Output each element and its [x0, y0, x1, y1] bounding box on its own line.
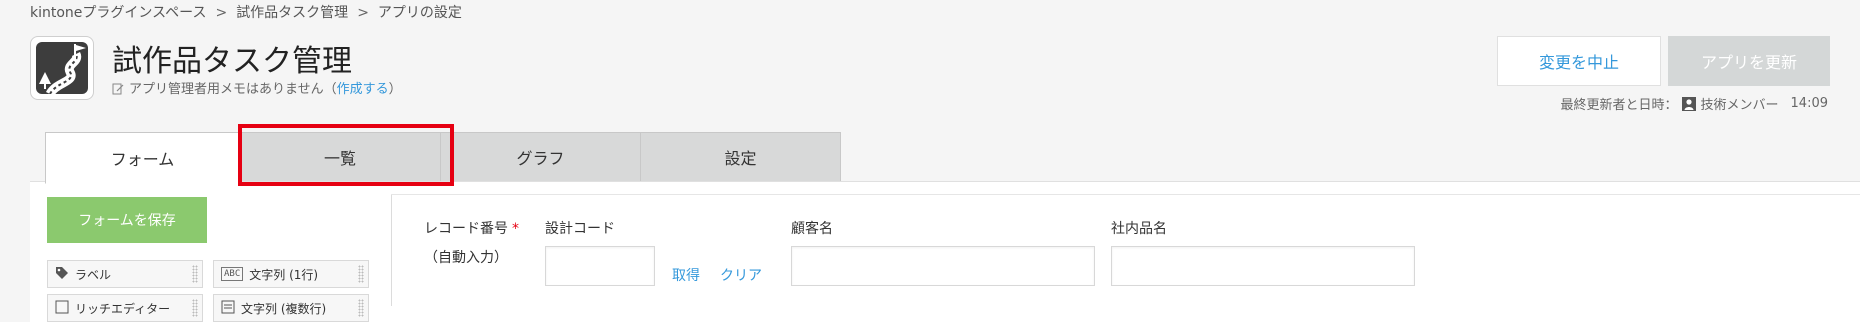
- cancel-changes-button[interactable]: 変更を中止: [1497, 36, 1661, 86]
- part-single-line-text[interactable]: ABC 文字列 (1行): [213, 260, 369, 288]
- design-code-label[interactable]: 設計コード: [545, 218, 615, 238]
- part-label[interactable]: ラベル: [47, 260, 203, 288]
- update-app-button[interactable]: アプリを更新: [1668, 36, 1830, 86]
- drag-handle-icon[interactable]: [192, 299, 198, 317]
- updated-prefix: 最終更新者と日時：: [1560, 98, 1678, 113]
- drag-handle-icon[interactable]: [192, 265, 198, 283]
- canvas-top-border: [391, 194, 1860, 195]
- updated-user[interactable]: 技術メンバー: [1701, 94, 1779, 113]
- memo-paren-close: ）: [388, 82, 402, 97]
- multiline-icon: [221, 300, 235, 317]
- road-flag-icon: [39, 44, 86, 94]
- part-rich-editor-label: リッチエディター: [75, 301, 171, 316]
- tab-form[interactable]: フォーム: [45, 132, 240, 184]
- user-icon: [1681, 96, 1696, 111]
- rich-editor-icon: [55, 300, 69, 317]
- product-name-label[interactable]: 社内品名: [1111, 218, 1167, 238]
- tag-icon: [55, 266, 69, 283]
- breadcrumb: kintoneプラグインスペース > 試作品タスク管理 > アプリの設定: [30, 2, 462, 22]
- record-number-label: レコード番号 *: [424, 218, 519, 238]
- part-multi-line-text[interactable]: 文字列 (複数行): [213, 294, 369, 322]
- drag-handle-icon[interactable]: [358, 265, 364, 283]
- app-icon: [30, 36, 94, 100]
- tab-graph-label: グラフ: [516, 149, 565, 168]
- part-single-line-text-label: 文字列 (1行): [249, 267, 319, 282]
- highlight-box: [238, 124, 454, 186]
- memo-paren-open: （: [323, 82, 337, 97]
- clear-link[interactable]: クリア: [720, 265, 762, 285]
- customer-name-input[interactable]: [791, 246, 1095, 286]
- breadcrumb-space-link[interactable]: kintoneプラグインスペース: [30, 5, 206, 21]
- fetch-link[interactable]: 取得: [672, 265, 700, 285]
- memo-text: アプリ管理者用メモはありません: [129, 82, 324, 97]
- product-name-input[interactable]: [1111, 246, 1415, 286]
- last-updated-info: 最終更新者と日時： 技術メンバー 14:09: [1561, 94, 1829, 113]
- save-form-button[interactable]: フォームを保存: [47, 197, 207, 243]
- create-memo-link[interactable]: 作成する: [337, 82, 389, 97]
- required-mark: *: [512, 221, 519, 237]
- breadcrumb-separator: >: [215, 5, 228, 21]
- abc-icon: ABC: [221, 267, 244, 281]
- tab-settings-label: 設定: [724, 149, 757, 168]
- part-rich-editor[interactable]: リッチエディター: [47, 294, 203, 322]
- sidebar-divider: [391, 194, 392, 306]
- design-code-input[interactable]: [545, 246, 655, 286]
- tab-settings[interactable]: 設定: [640, 132, 841, 182]
- updated-time: 14:09: [1790, 96, 1828, 111]
- breadcrumb-app-link[interactable]: 試作品タスク管理: [236, 5, 348, 21]
- tab-graph[interactable]: グラフ: [440, 132, 641, 182]
- part-label-text: ラベル: [75, 267, 112, 282]
- app-memo: アプリ管理者用メモはありません（作成する）: [112, 78, 402, 99]
- breadcrumb-current: アプリの設定: [377, 5, 462, 21]
- part-multi-line-text-label: 文字列 (複数行): [241, 301, 327, 316]
- auto-input-label: （自動入力）: [424, 250, 508, 266]
- pencil-icon: [112, 83, 124, 99]
- drag-handle-icon[interactable]: [358, 299, 364, 317]
- customer-name-label[interactable]: 顧客名: [791, 218, 833, 238]
- app-title: 試作品タスク管理: [112, 44, 352, 79]
- breadcrumb-separator: >: [357, 5, 369, 21]
- record-number-label-text: レコード番号: [424, 221, 508, 237]
- tab-form-label: フォーム: [110, 150, 175, 169]
